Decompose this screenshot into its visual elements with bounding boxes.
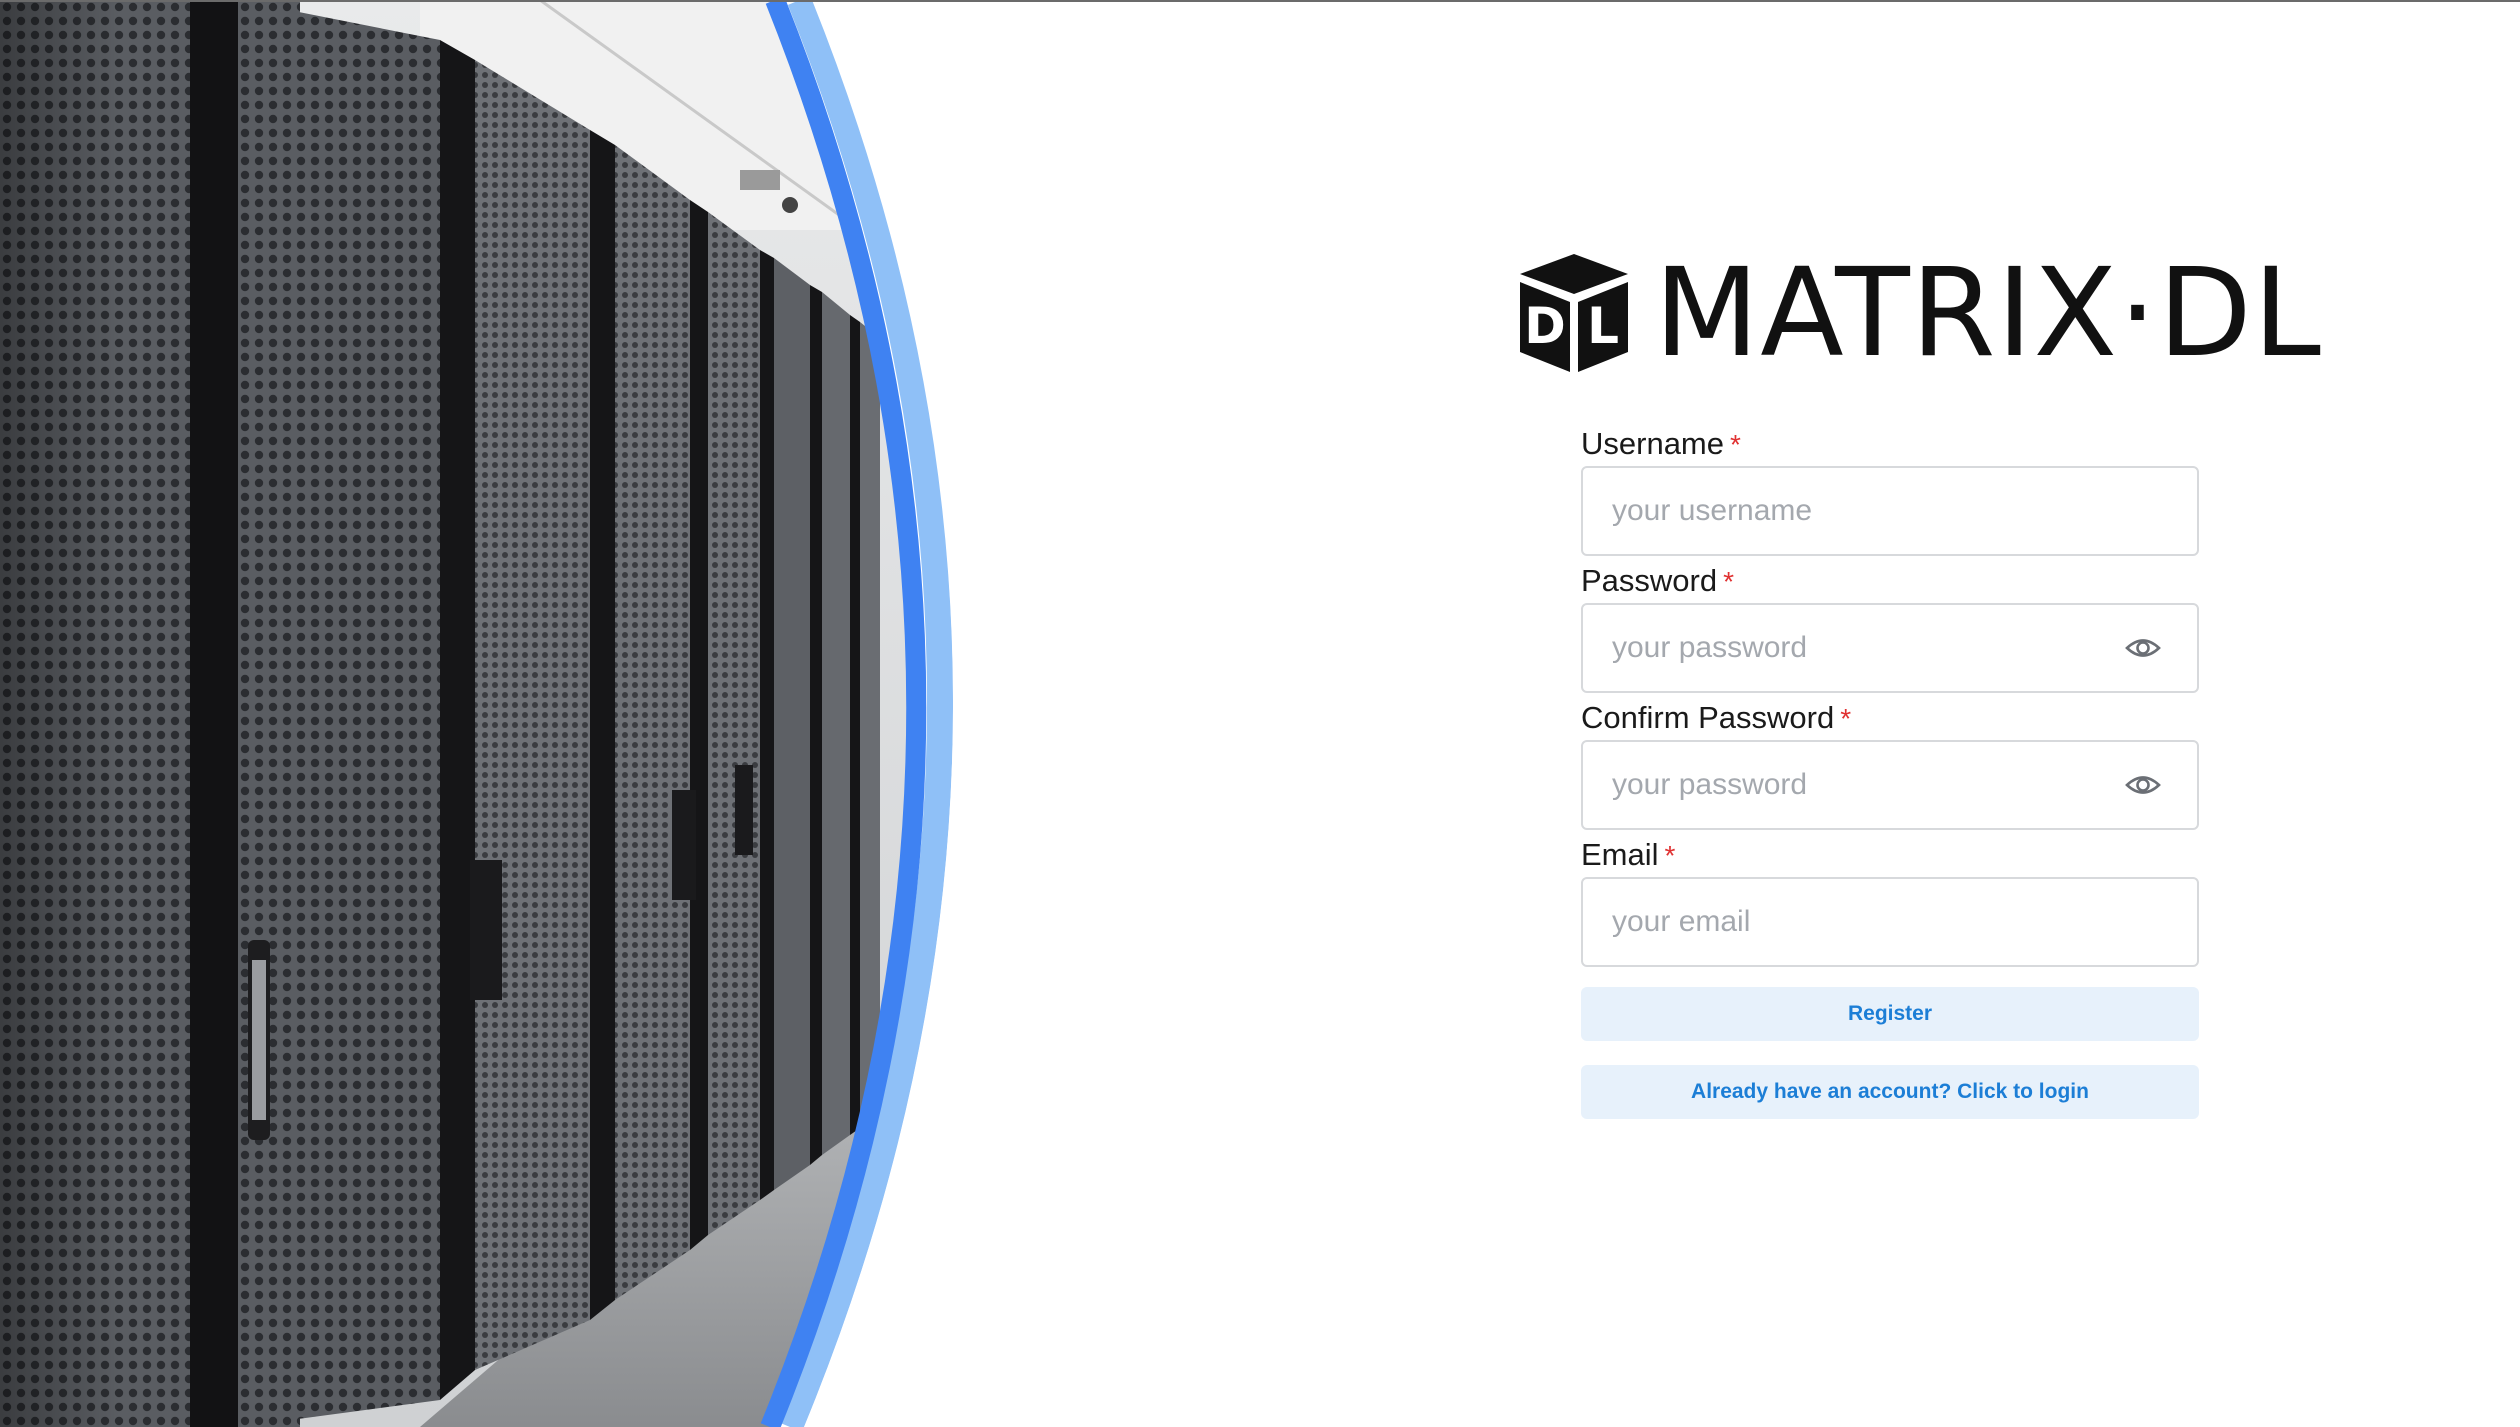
confirm-password-field-wrap — [1581, 740, 2199, 830]
register-page: D L MATRIX·DL Username* Password* Confir… — [0, 0, 2520, 1427]
go-to-login-button[interactable]: Already have an account? Click to login — [1581, 1065, 2199, 1119]
email-label-text: Email — [1581, 837, 1659, 872]
confirm-password-label: Confirm Password * — [1581, 696, 2199, 740]
confirm-password-required-mark: * — [1840, 703, 1852, 734]
password-label-text: Password — [1581, 563, 1718, 598]
username-label: Username * — [1581, 422, 2199, 466]
password-input[interactable] — [1581, 603, 2199, 693]
confirm-password-visibility-eye-icon[interactable] — [2125, 769, 2161, 801]
matrix-dl-logo-icon: D L — [1520, 254, 1628, 372]
top-divider — [0, 0, 2520, 2]
password-field-wrap — [1581, 603, 2199, 693]
username-field-wrap — [1581, 466, 2199, 556]
username-input[interactable] — [1581, 466, 2199, 556]
brand: D L MATRIX·DL — [1512, 248, 2322, 378]
confirm-password-input[interactable] — [1581, 740, 2199, 830]
email-label: Email * — [1581, 833, 2199, 877]
register-button[interactable]: Register — [1581, 987, 2199, 1041]
password-label: Password * — [1581, 559, 2199, 603]
brand-name: MATRIX·DL — [1654, 242, 2322, 384]
logo-letter-d: D — [1524, 297, 1566, 355]
email-required-mark: * — [1664, 840, 1676, 871]
logo-letter-l: L — [1587, 297, 1619, 355]
confirm-password-label-text: Confirm Password — [1581, 700, 1835, 735]
password-visibility-eye-icon[interactable] — [2125, 632, 2161, 664]
username-label-text: Username — [1581, 426, 1724, 461]
register-form: Username* Password* Confirm Password* — [1581, 422, 2199, 1119]
email-input[interactable] — [1581, 877, 2199, 967]
username-required-mark: * — [1730, 429, 1741, 460]
email-field-wrap — [1581, 877, 2199, 967]
password-required-mark: * — [1723, 566, 1735, 597]
hero-server-room-image — [0, 0, 1060, 1427]
